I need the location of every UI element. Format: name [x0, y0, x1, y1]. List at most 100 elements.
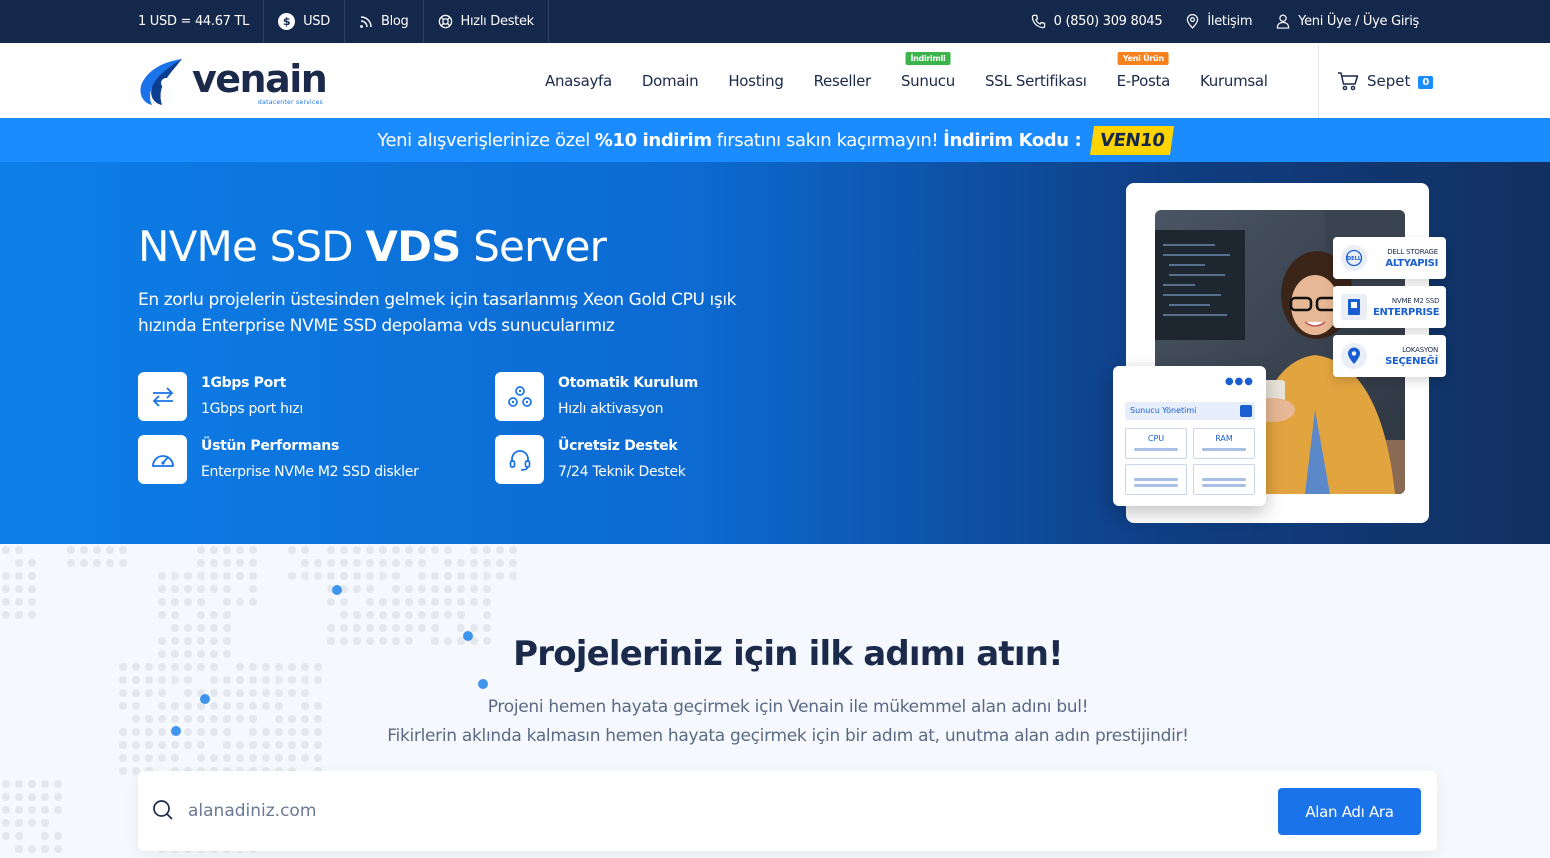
nav-item-eposta[interactable]: Yeni Ürün E-Posta: [1102, 51, 1185, 90]
cart-button[interactable]: Sepet 0: [1318, 43, 1434, 118]
svg-text:DELL: DELL: [1347, 256, 1362, 262]
nav-item-hosting[interactable]: Hosting: [713, 72, 798, 90]
hero-title-part: Server: [473, 222, 607, 271]
exchange-rate-text: 1 USD = 44.67 TL: [138, 14, 250, 29]
tag-title: ALTYAPISI: [1385, 258, 1438, 269]
cart-count-badge: 0: [1418, 76, 1434, 89]
tag-line: NVME M2 SSD: [1391, 297, 1440, 305]
domain-search-input[interactable]: [188, 793, 1268, 829]
promo-code[interactable]: VEN10: [1090, 125, 1175, 155]
user-icon: [1276, 14, 1290, 29]
feature-desc: Enterprise NVMe M2 SSD diskler: [201, 464, 419, 480]
hero-title-emphasis: VDS: [365, 222, 461, 271]
nav-label: Anasayfa: [545, 71, 612, 90]
promo-text: fırsatını sakın kaçırmayın!: [716, 129, 939, 151]
nav-item-domain[interactable]: Domain: [627, 72, 713, 90]
settings-icon: [1240, 405, 1252, 417]
feature-performance: Üstün Performans Enterprise NVMe M2 SSD d…: [138, 435, 419, 484]
blog-link[interactable]: Blog: [345, 0, 424, 43]
nav-label: Sunucu: [900, 71, 955, 90]
promo-banner: Yeni alışverişlerinize özel %10 indirim …: [0, 118, 1550, 162]
tag-title: ENTERPRISE: [1373, 307, 1440, 318]
ssd-icon: [1341, 294, 1367, 320]
nav-label: Hosting: [728, 71, 784, 90]
server-panel-card: ●●● Sunucu Yönetimi CPU RAM: [1113, 366, 1266, 506]
nav-label: SSL Sertifikası: [984, 71, 1087, 90]
phone-label: 0 (850) 309 8045: [1053, 14, 1163, 29]
cpu-label: CPU: [1147, 434, 1165, 443]
transfer-icon: [138, 372, 187, 421]
feature-title: 1Gbps Port: [201, 375, 286, 391]
tag-nvme: NVME M2 SSD ENTERPRISE: [1333, 286, 1446, 328]
nav-item-anasayfa[interactable]: Anasayfa: [530, 72, 627, 90]
main-header: venain datacenter services Anasayfa Doma…: [0, 43, 1550, 118]
nav-label: E-Posta: [1116, 71, 1171, 90]
logo-tagline: datacenter services: [258, 99, 324, 106]
domain-section: Projeleriniz için ilk adımı atın! Projen…: [0, 544, 1550, 858]
ram-cell: RAM: [1193, 428, 1255, 459]
tag-location: LOKASYON SEÇENEĞİ: [1333, 335, 1446, 377]
cart-icon: [1338, 71, 1359, 90]
promo-text: Yeni alışverişlerinize özel: [377, 129, 590, 151]
section-subtext: Fikirlerin aklında kalmasın hemen hayata…: [387, 726, 1189, 746]
account-label: Yeni Üye / Üye Giriş: [1298, 14, 1419, 29]
dell-icon: DELL: [1341, 245, 1367, 271]
feature-title: Ücretsiz Destek: [558, 438, 678, 454]
contact-link[interactable]: İletişim: [1186, 14, 1252, 29]
support-label: Hızlı Destek: [460, 14, 535, 29]
contact-label: İletişim: [1207, 14, 1253, 29]
feature-desc: 7/24 Teknik Destek: [558, 464, 686, 480]
top-bar: 1 USD = 44.67 TL $ USD Blog Hızlı Destek…: [0, 0, 1550, 43]
search-icon: [153, 800, 173, 820]
new-product-badge: Yeni Ürün: [1117, 51, 1169, 65]
support-link[interactable]: Hızlı Destek: [424, 0, 549, 43]
logo-text: venain: [192, 57, 328, 101]
hero-title: NVMe SSD VDS Server: [138, 222, 607, 271]
nav-item-sunucu[interactable]: İndirimli Sunucu: [886, 51, 970, 90]
feature-title: Üstün Performans: [201, 438, 340, 454]
section-subtext: Projeni hemen hayata geçirmek için Venai…: [487, 697, 1089, 717]
account-link[interactable]: Yeni Üye / Üye Giriş: [1276, 14, 1419, 29]
logo[interactable]: venain datacenter services: [138, 55, 328, 107]
ram-label: RAM: [1215, 434, 1233, 443]
feature-desc: Hızlı aktivasyon: [558, 401, 664, 417]
feature-title: Otomatik Kurulum: [558, 375, 698, 391]
exchange-rate: 1 USD = 44.67 TL: [138, 0, 265, 43]
discount-badge: İndirimli: [905, 51, 951, 65]
map-pin-icon: [1187, 14, 1199, 29]
hero-section: NVMe SSD VDS Server En zorlu projelerin …: [0, 162, 1550, 544]
nav-item-reseller[interactable]: Reseller: [799, 72, 886, 90]
nav-item-kurumsal[interactable]: Kurumsal: [1185, 72, 1283, 90]
hero-lead: En zorlu projelerin üstesinden gelmek iç…: [138, 290, 737, 336]
panel-cell: [1193, 464, 1255, 495]
nav-item-ssl[interactable]: SSL Sertifikası: [970, 72, 1102, 90]
cart-label: Sepet: [1367, 71, 1411, 90]
tag-line: LOKASYON: [1402, 346, 1438, 354]
currency-label: USD: [303, 14, 330, 29]
nav-label: Reseller: [813, 71, 872, 90]
phone-link[interactable]: 0 (850) 309 8045: [1031, 14, 1163, 29]
feature-port: 1Gbps Port 1Gbps port hızı: [138, 372, 303, 421]
currency-selector[interactable]: $ USD: [264, 0, 345, 43]
cogs-icon: [495, 372, 544, 421]
promo-discount: %10 indirim: [594, 129, 712, 151]
phone-icon: [1031, 14, 1045, 29]
tag-dell-storage: DELL DELL STORAGE ALTYAPISI: [1333, 237, 1446, 279]
panel-cell: [1125, 464, 1187, 495]
feature-support: Ücretsiz Destek 7/24 Teknik Destek: [495, 435, 686, 484]
blog-label: Blog: [380, 14, 409, 29]
logo-mark-icon: [140, 59, 182, 105]
hero-title-part: NVMe SSD: [138, 222, 354, 271]
feature-auto-setup: Otomatik Kurulum Hızlı aktivasyon: [495, 372, 698, 421]
more-icon: ●●●: [1224, 376, 1254, 387]
panel-header: Sunucu Yönetimi: [1125, 402, 1255, 420]
lifebuoy-icon: [438, 14, 452, 29]
domain-search-button[interactable]: Alan Adı Ara: [1278, 788, 1421, 835]
location-pin-icon: [1341, 343, 1367, 369]
speedometer-icon: [138, 435, 187, 484]
tag-line: DELL STORAGE: [1387, 248, 1438, 256]
cpu-cell: CPU: [1125, 428, 1187, 459]
promo-code-label: İndirim Kodu :: [943, 129, 1082, 151]
panel-header-label: Sunucu Yönetimi: [1130, 406, 1197, 415]
feature-desc: 1Gbps port hızı: [201, 401, 303, 417]
